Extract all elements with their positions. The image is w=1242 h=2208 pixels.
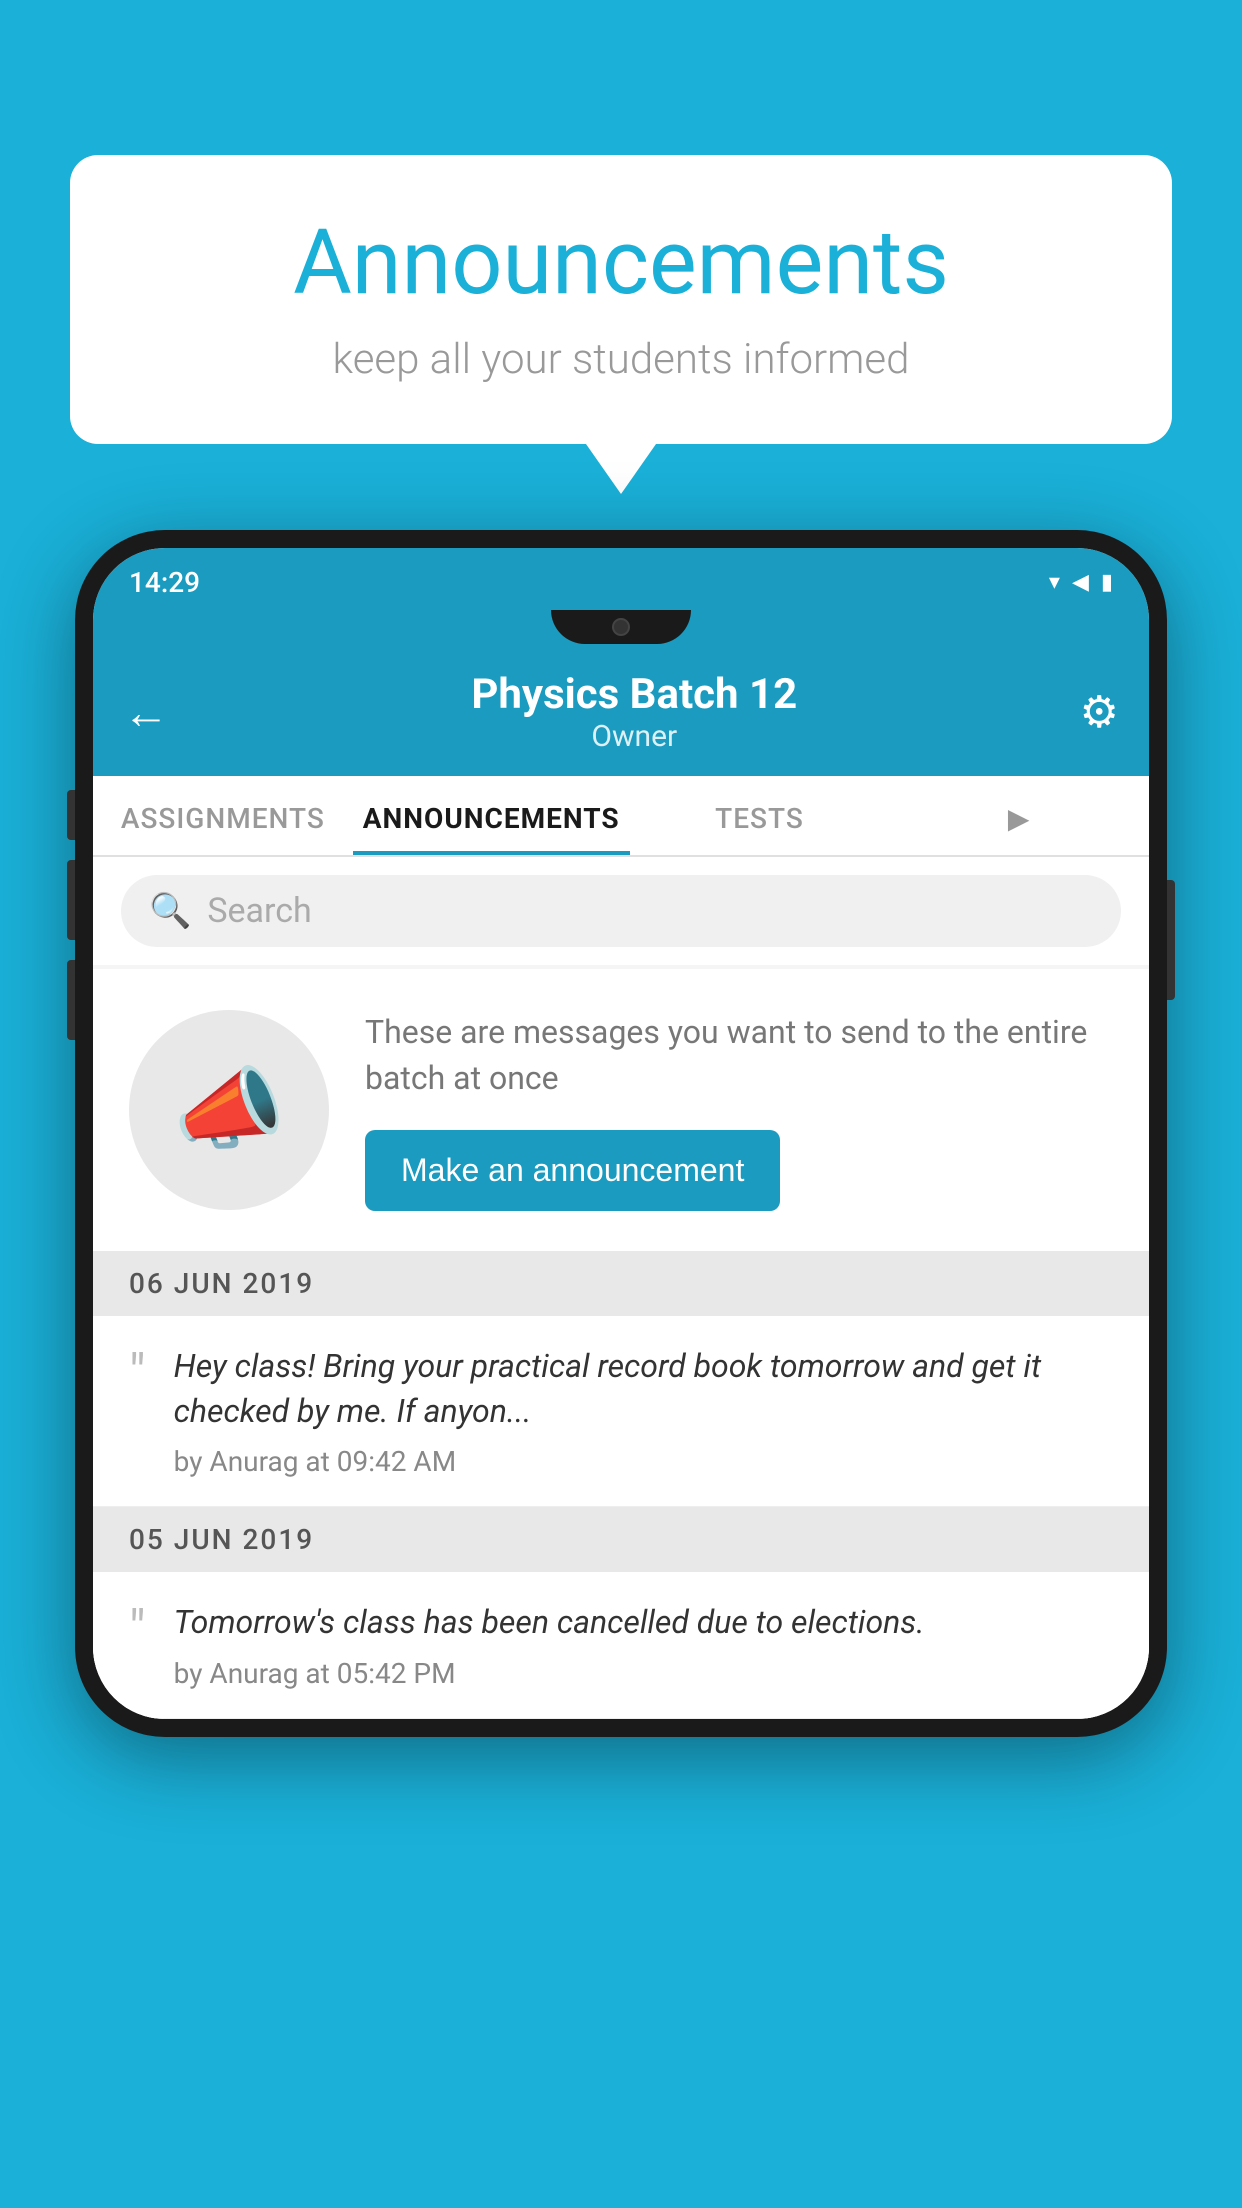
search-icon: 🔍: [149, 891, 191, 931]
status-icons: ▾ ◀ ▮: [1049, 570, 1113, 595]
quote-icon-2: ": [129, 1604, 146, 1656]
phone-screen: 14:29 ▾ ◀ ▮ ← Physics Batch 12 Owner ⚙ A: [93, 548, 1149, 1719]
tab-assignments[interactable]: ASSIGNMENTS: [93, 776, 353, 855]
search-bar[interactable]: 🔍 Search: [121, 875, 1121, 947]
power-button: [1167, 880, 1175, 1000]
announcement-meta-2: by Anurag at 05:42 PM: [174, 1657, 925, 1690]
content-area: 🔍 Search 📣 These are messages you want t…: [93, 857, 1149, 1719]
date-separator-1: 06 JUN 2019: [93, 1251, 1149, 1316]
prompt-description: These are messages you want to send to t…: [365, 1009, 1113, 1102]
battery-icon: ▮: [1101, 570, 1113, 595]
speech-bubble-subtitle: keep all your students informed: [130, 335, 1112, 384]
announcement-content-1: Hey class! Bring your practical record b…: [174, 1344, 1113, 1479]
announcement-text-2: Tomorrow's class has been cancelled due …: [174, 1600, 925, 1645]
date-separator-2: 05 JUN 2019: [93, 1507, 1149, 1572]
speech-bubble-section: Announcements keep all your students inf…: [70, 155, 1172, 494]
quote-icon-1: ": [129, 1348, 146, 1400]
back-button[interactable]: ←: [123, 685, 169, 740]
search-bar-container: 🔍 Search: [93, 857, 1149, 965]
speech-bubble-card: Announcements keep all your students inf…: [70, 155, 1172, 444]
announcement-prompt-text: These are messages you want to send to t…: [365, 1009, 1113, 1211]
notch: [93, 610, 1149, 652]
signal-icon: ◀: [1072, 570, 1089, 595]
announcement-icon-circle: 📣: [129, 1010, 329, 1210]
settings-icon[interactable]: ⚙: [1080, 686, 1119, 738]
announcement-text-1: Hey class! Bring your practical record b…: [174, 1344, 1113, 1434]
tabs-bar: ASSIGNMENTS ANNOUNCEMENTS TESTS ▶: [93, 776, 1149, 857]
app-header: ← Physics Batch 12 Owner ⚙: [93, 652, 1149, 776]
camera-dot: [612, 618, 630, 636]
phone-mockup: 14:29 ▾ ◀ ▮ ← Physics Batch 12 Owner ⚙ A: [75, 530, 1167, 1737]
tab-more[interactable]: ▶: [889, 776, 1149, 855]
notch-bump: [551, 610, 691, 644]
header-title: Physics Batch 12: [189, 670, 1080, 719]
search-placeholder: Search: [207, 891, 311, 931]
megaphone-icon: 📣: [173, 1057, 285, 1162]
announcement-prompt-card: 📣 These are messages you want to send to…: [93, 969, 1149, 1251]
volume-button-down: [67, 960, 75, 1040]
make-announcement-button[interactable]: Make an announcement: [365, 1130, 780, 1211]
date-label-2: 05 JUN 2019: [129, 1523, 314, 1556]
volume-button-top: [67, 790, 75, 840]
announcement-item-2[interactable]: " Tomorrow's class has been cancelled du…: [93, 1572, 1149, 1719]
tab-tests[interactable]: TESTS: [630, 776, 890, 855]
status-time: 14:29: [129, 566, 200, 599]
speech-bubble-tail: [586, 444, 656, 494]
volume-button-up: [67, 860, 75, 940]
status-bar: 14:29 ▾ ◀ ▮: [93, 548, 1149, 610]
tab-announcements[interactable]: ANNOUNCEMENTS: [353, 776, 630, 855]
announcement-meta-1: by Anurag at 09:42 AM: [174, 1445, 1113, 1478]
header-subtitle: Owner: [189, 719, 1080, 754]
speech-bubble-title: Announcements: [130, 210, 1112, 315]
announcement-content-2: Tomorrow's class has been cancelled due …: [174, 1600, 925, 1690]
announcement-item-1[interactable]: " Hey class! Bring your practical record…: [93, 1316, 1149, 1508]
header-title-group: Physics Batch 12 Owner: [189, 670, 1080, 754]
wifi-icon: ▾: [1049, 570, 1060, 595]
date-label-1: 06 JUN 2019: [129, 1267, 314, 1300]
